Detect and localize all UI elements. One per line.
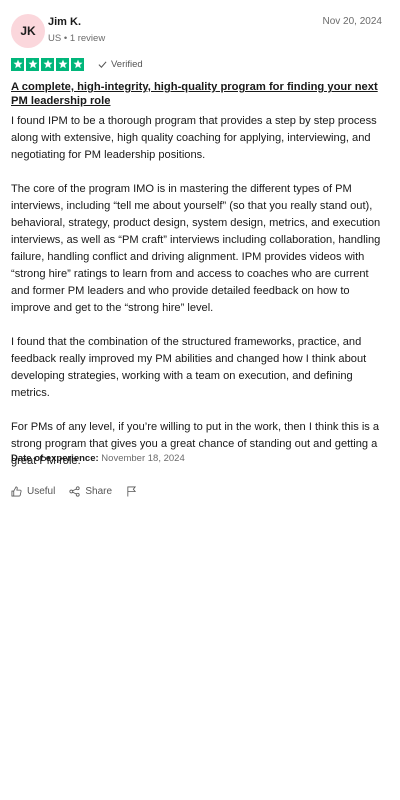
date-of-experience: Date of experience: November 18, 2024 — [11, 453, 185, 464]
share-button[interactable]: Share — [69, 486, 112, 497]
verified-badge: Verified — [98, 59, 143, 70]
reviewer-review-count: 1 review — [69, 33, 106, 44]
avatar[interactable]: JK — [11, 14, 45, 48]
verified-label: Verified — [111, 58, 143, 70]
reviewer-name[interactable]: Jim K. — [48, 16, 81, 28]
reviewer-country: US — [48, 33, 62, 44]
useful-button[interactable]: Useful — [11, 486, 55, 497]
reviewer-meta: US • 1 review — [48, 33, 105, 44]
flag-button[interactable] — [126, 486, 142, 497]
flag-icon — [127, 486, 137, 497]
review-paragraph: The core of the program IMO is in master… — [11, 183, 381, 314]
star-rating: Verified — [11, 57, 143, 71]
review-actions: Useful Share — [11, 486, 156, 497]
useful-label: Useful — [27, 486, 56, 497]
star-icon — [11, 57, 24, 71]
star-icon — [71, 57, 84, 71]
review-title[interactable]: A complete, high-integrity, high-quality… — [11, 80, 386, 108]
star-icon — [56, 57, 69, 71]
review-card: JK Jim K. US • 1 review Nov 20, 2024 Ver… — [0, 0, 400, 800]
star-icon — [41, 57, 54, 71]
share-label: Share — [85, 486, 113, 497]
review-header: JK Jim K. US • 1 review Nov 20, 2024 — [11, 12, 382, 48]
review-paragraph: I found that the combination of the stru… — [11, 336, 367, 399]
thumbs-up-icon — [11, 486, 22, 497]
review-body: I found IPM to be a thorough program tha… — [11, 113, 386, 487]
experience-date: November 18, 2024 — [101, 453, 185, 464]
review-paragraph: I found IPM to be a thorough program tha… — [11, 115, 377, 161]
star-icon — [26, 57, 39, 71]
review-date: Nov 20, 2024 — [322, 16, 383, 27]
experience-label: Date of experience: — [11, 453, 99, 464]
check-icon — [98, 60, 107, 68]
share-icon — [69, 486, 80, 497]
